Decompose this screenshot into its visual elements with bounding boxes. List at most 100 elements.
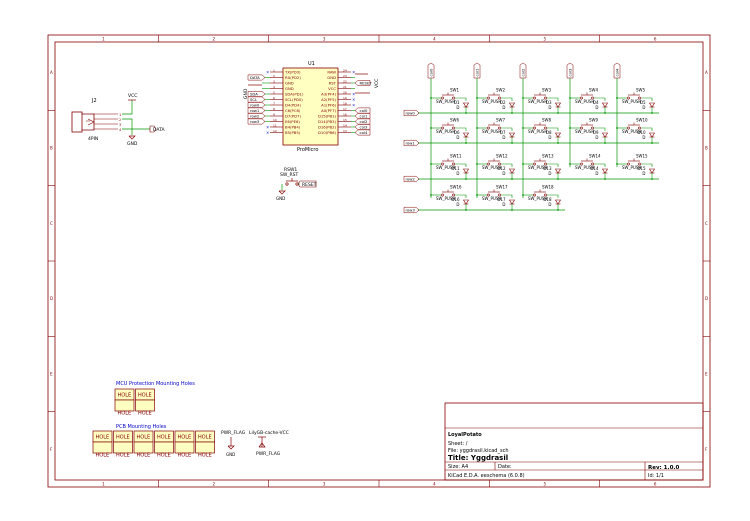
switch-value: SW_PUSH — [575, 129, 594, 134]
hole-value: HOLE — [198, 453, 212, 459]
mcu-right-pin-name: A0(PF7) — [321, 108, 336, 113]
mcu-left-net-label: SDA — [250, 91, 258, 96]
matrix-key[interactable]: SW15SW_PUSHD15D — [616, 154, 656, 180]
connector-j2[interactable]: J2 1 2 3 4 4PIN VCC GND DATA — [71, 93, 166, 147]
key-matrix: SW1SW_PUSHD1DSW2SW_PUSHD2DSW3SW_PUSHD3DS… — [403, 62, 659, 214]
pcb-holes-title: PCB Mounting Holes — [116, 424, 167, 430]
mcu-left-pin-name: SDA(PD1) — [285, 91, 304, 96]
mcu-right-pin-number: 21 — [343, 85, 347, 89]
mcu-right-pin-number: 24 — [343, 68, 347, 72]
matrix-key[interactable]: SW7SW_PUSHD7D — [476, 118, 516, 144]
hole-value: HOLE — [96, 435, 110, 441]
mcu-right-pin-name: VCC — [328, 86, 336, 91]
matrix-key[interactable]: SW14SW_PUSHD14D — [569, 154, 609, 180]
matrix-key[interactable]: SW13SW_PUSHD13D — [522, 154, 562, 180]
mcu-right-net-label: col4 — [360, 130, 368, 135]
connector-ref: J2 — [91, 98, 97, 104]
switch-ref: SW14 — [589, 154, 601, 159]
mcu-left-pin-number: 4 — [273, 85, 275, 89]
mcu-left-pin-number: 7 — [273, 101, 275, 105]
switch-ref: SW18 — [542, 185, 554, 190]
mcu-u1[interactable]: U1 ProMicro TX(PD3) 1 × RX(PD2) 2 DATA GND 3 GND… — [243, 61, 380, 153]
mcu-left-pin-name: B4(PB4) — [285, 124, 301, 129]
matrix-key[interactable]: SW18SW_PUSHD18D — [522, 185, 562, 211]
switch-ref: SW7 — [496, 118, 505, 123]
border-row-label: A — [705, 70, 708, 75]
diode-value: D — [642, 105, 645, 110]
mcu-right-pin-number: 17 — [343, 107, 347, 111]
mcu-holes-title: MCU Protection Mounting Holes — [116, 381, 195, 387]
mcu-left-pin-number: 3 — [273, 79, 275, 83]
mcu-right-pin-name: RAW — [327, 69, 336, 74]
diode-value: D — [642, 171, 645, 176]
border-col-label: 6 — [654, 37, 657, 42]
mounting-hole[interactable]: HOLETH8HOLE — [92, 430, 113, 459]
matrix-key[interactable]: SW17SW_PUSHD17D — [476, 185, 516, 211]
mcu-left-pin-number: 1 — [273, 68, 275, 72]
title-block: LoyalPotato Sheet: / File: yggdrasil.kic… — [444, 402, 704, 481]
mcu-left-pin-name: D4(PD4) — [285, 102, 301, 107]
mcu-left-pin-name: GND — [285, 80, 294, 85]
mcu-right-net-label: col3 — [360, 124, 368, 129]
mounting-hole[interactable]: HOLETH4HOLE — [133, 430, 154, 459]
mcu-right-net-label: col0 — [360, 108, 368, 113]
hole-value: HOLE — [178, 453, 192, 459]
border-row-label: E — [705, 372, 708, 377]
mounting-hole[interactable]: HOLETH2HOLE — [135, 388, 155, 417]
title-block-size: Size: A4 — [448, 464, 468, 470]
reset-switch-value: SW_RST — [280, 172, 299, 178]
hole-value: HOLE — [118, 393, 132, 399]
switch-ref: SW8 — [542, 118, 551, 123]
title-block-tool: KiCad E.D.A. eeschema (6.0.8) — [448, 473, 525, 479]
matrix-key[interactable]: SW1SW_PUSHD1D — [430, 88, 470, 114]
no-connect-mark: × — [266, 125, 269, 130]
mcu-left-net-label: row2 — [250, 113, 260, 118]
title-block-company: LoyalPotato — [448, 432, 482, 438]
reset-switch-net-label: RESET — [302, 182, 317, 188]
hole-value: HOLE — [116, 453, 130, 459]
mounting-hole[interactable]: HOLETH6HOLE — [174, 430, 195, 459]
mcu-left-pin-number: 11 — [273, 123, 277, 127]
mcu-right-pin-name: D10(PB6) — [318, 130, 337, 135]
mounting-hole[interactable]: HOLETH7HOLE — [195, 430, 215, 459]
matrix-row-label: row0 — [406, 110, 416, 115]
pwr-flag-1-bottom: GND — [226, 452, 235, 457]
switch-value: SW_PUSH — [575, 99, 594, 104]
mcu-left-net-label: row1 — [250, 108, 260, 113]
reset-switch[interactable]: RSW1 SW_RST GND RESET — [276, 167, 317, 201]
hole-value: HOLE — [96, 453, 110, 459]
mcu-left-net-label: DATA — [250, 75, 260, 80]
mcu-left-pin-name: SCL(PD0) — [285, 97, 303, 102]
matrix-key[interactable]: SW3SW_PUSHD3D — [522, 88, 562, 114]
switch-ref: SW13 — [542, 154, 554, 159]
matrix-key[interactable]: SW16SW_PUSHD16D — [430, 185, 470, 211]
matrix-key[interactable]: SW6SW_PUSHD6D — [430, 118, 470, 144]
pwr-flag-2-bottom: PWR_FLAG — [256, 451, 281, 457]
switch-ref: SW17 — [496, 185, 508, 190]
matrix-key[interactable]: SW9SW_PUSHD9D — [569, 118, 609, 144]
border-col-label: 2 — [213, 37, 216, 42]
mcu-gnd-label: GND — [243, 88, 249, 99]
switch-ref: SW1 — [450, 88, 459, 93]
matrix-key[interactable]: SW12SW_PUSHD12D — [476, 154, 516, 180]
matrix-key[interactable]: SW10SW_PUSHD10D — [616, 118, 656, 144]
mcu-right-pin-number: 13 — [343, 129, 347, 133]
mcu-right-pin-number: 15 — [343, 118, 347, 122]
matrix-key[interactable]: SW2SW_PUSHD2D — [476, 88, 516, 114]
switch-ref: SW5 — [636, 88, 645, 93]
border-row-label: D — [50, 296, 53, 301]
mcu-right-net-label: RESET — [360, 80, 373, 85]
border-col-label: 3 — [323, 37, 326, 42]
mcu-left-pin-name: D7(PD7) — [285, 113, 301, 118]
mcu-left-pin-number: 10 — [273, 118, 277, 122]
mounting-hole[interactable]: HOLETH3HOLE — [113, 430, 133, 459]
mounting-hole[interactable]: HOLETH1HOLE — [114, 388, 135, 417]
mcu-left-pin-name: B5(PB5) — [285, 130, 301, 135]
matrix-key[interactable]: SW8SW_PUSHD8D — [522, 118, 562, 144]
sheet-frame: 112233445566A AB BC CD DE EF F — [47, 34, 711, 488]
matrix-key[interactable]: SW11SW_PUSHD11D — [430, 154, 470, 180]
matrix-key[interactable]: SW4SW_PUSHD4D — [569, 88, 609, 114]
mounting-hole[interactable]: HOLETH5HOLE — [154, 430, 174, 459]
mcu-left-pin-name: TX(PD3) — [284, 69, 301, 74]
matrix-key[interactable]: SW5SW_PUSHD5D — [616, 88, 656, 114]
